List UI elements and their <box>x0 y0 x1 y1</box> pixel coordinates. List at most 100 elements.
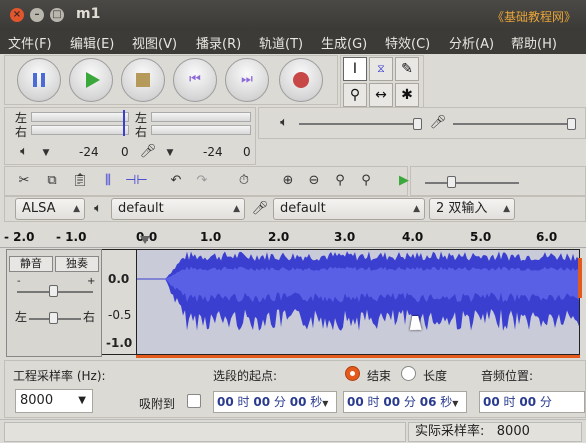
pause-button[interactable] <box>17 58 61 102</box>
ruler-tick: 1.0 <box>200 230 222 244</box>
actual-rate-field: 实际采样率: 8000 <box>408 422 582 442</box>
meter-toolbar: 左 右 左 右 🔈︎ ▼ -24 0 🎤︎ ▼ -24 0 <box>4 107 256 165</box>
gain-slider-thumb[interactable] <box>49 285 58 297</box>
selection-tool[interactable]: I <box>343 57 367 81</box>
selection-end-time[interactable]: 00 时 00 分 06 秒▼ <box>343 391 467 413</box>
chevron-down-icon[interactable]: ▼ <box>322 399 328 408</box>
zoom-tool[interactable]: ⚲ <box>343 83 367 107</box>
minimize-window-button[interactable]: – <box>30 8 44 22</box>
menu-record[interactable]: 播录(R) <box>196 33 241 52</box>
sync-lock-icon[interactable]: ⏱︎ <box>233 170 255 192</box>
menu-tracks[interactable]: 轨道(T) <box>259 33 303 52</box>
selection-start-time[interactable]: 00 时 00 分 00 秒▼ <box>213 391 337 413</box>
recording-device-select[interactable]: default ▲ <box>273 198 425 220</box>
zoom-out-icon[interactable]: ⊖ <box>303 170 325 192</box>
record-button[interactable] <box>279 58 323 102</box>
menu-effects[interactable]: 特效(C) <box>385 33 430 52</box>
snap-to-checkbox[interactable] <box>187 394 201 408</box>
chevron-down-icon[interactable]: ▼ <box>35 142 57 164</box>
pan-slider-thumb[interactable] <box>49 312 58 324</box>
project-rate-combo[interactable]: 8000 ▼ <box>15 389 93 413</box>
gain-minus-label: - <box>17 276 21 287</box>
play-at-speed-toolbar <box>410 166 586 196</box>
playback-volume-slider-thumb[interactable] <box>413 118 422 130</box>
undo-icon[interactable]: ↶ <box>165 170 187 192</box>
recording-volume-slider-thumb[interactable] <box>567 118 576 130</box>
speaker-icon: 🔈︎ <box>280 115 288 130</box>
length-radio[interactable] <box>401 366 416 381</box>
selection-toolbar: 工程采样率 (Hz): 8000 ▼ 吸附到 选段的起点: 结束 长度 音频位置… <box>4 360 586 418</box>
mouse-cursor-icon <box>409 316 425 330</box>
play-meter-peak <box>123 110 125 136</box>
playback-volume-slider-track[interactable] <box>299 123 419 125</box>
playhead-marker[interactable] <box>140 236 150 244</box>
play-meter-right-label: 右 <box>15 125 28 139</box>
fit-project-icon[interactable]: ⚲ <box>355 170 377 192</box>
menu-file[interactable]: 文件(F) <box>8 33 52 52</box>
redo-icon[interactable]: ↷ <box>191 170 213 192</box>
menu-edit[interactable]: 编辑(E) <box>70 33 114 52</box>
chevron-updown-icon: ▲ <box>503 204 510 214</box>
project-rate-label: 工程采样率 (Hz): <box>13 369 106 383</box>
copy-icon[interactable]: ⧉ <box>41 170 63 192</box>
chevron-down-icon[interactable]: ▼ <box>159 142 181 164</box>
fit-selection-icon[interactable]: ⚲ <box>329 170 351 192</box>
unit-hours: 时 <box>503 395 516 409</box>
skip-start-button[interactable]: ⏮ <box>173 58 217 102</box>
chevron-down-icon[interactable]: ▼ <box>452 399 458 408</box>
clip-indicator <box>578 258 582 298</box>
chevron-updown-icon: ▲ <box>73 204 80 214</box>
mute-button[interactable]: 静音 <box>9 256 53 272</box>
draw-tool[interactable]: ✎ <box>395 57 419 81</box>
status-bar: 实际采样率: 8000 <box>0 419 586 443</box>
menu-analyze[interactable]: 分析(A) <box>449 33 494 52</box>
envelope-tool[interactable]: ⧖ <box>369 57 393 81</box>
rec-meter-left[interactable] <box>151 112 251 122</box>
recording-volume-slider-track[interactable] <box>453 123 573 125</box>
ruler-tick: 4.0 <box>402 230 424 244</box>
multi-tool[interactable]: ✱ <box>395 83 419 107</box>
timeline-ruler[interactable]: - 2.0 - 1.0 0.0 1.0 2.0 3.0 4.0 5.0 6.0 <box>0 222 586 248</box>
end-seconds: 06 <box>419 395 437 409</box>
playback-device-select[interactable]: default ▲ <box>111 198 245 220</box>
speed-slider-thumb[interactable] <box>447 176 456 188</box>
cut-icon[interactable]: ✂ <box>13 170 35 192</box>
y-label: -1.0 <box>106 336 133 350</box>
pause-icon <box>33 73 45 87</box>
speed-slider-track[interactable] <box>425 182 519 184</box>
close-window-button[interactable]: × <box>10 8 24 22</box>
position-hours: 00 <box>483 395 500 409</box>
watermark-text: 《基础教程网》 <box>492 10 577 24</box>
ruler-tick: - 2.0 <box>4 230 35 244</box>
unit-minutes: 分 <box>539 395 552 409</box>
solo-button[interactable]: 独奏 <box>55 256 99 272</box>
play-meter-left[interactable] <box>31 112 129 122</box>
vertical-scale: 0.0 -0.5 -1.0 <box>102 249 136 355</box>
gain-plus-label: + <box>87 276 96 287</box>
stop-icon <box>136 73 150 87</box>
channels-select[interactable]: 2 双输入 ▲ <box>429 198 515 220</box>
waveform-display[interactable] <box>136 249 580 355</box>
stop-button[interactable] <box>121 58 165 102</box>
maximize-window-button[interactable]: □ <box>50 8 64 22</box>
skip-start-icon: ⏮ <box>189 72 201 87</box>
chevron-down-icon: ▼ <box>78 395 86 406</box>
timeshift-tool[interactable]: ↔ <box>369 83 393 107</box>
pan-left-label: 左 <box>15 310 28 324</box>
rec-meter-right[interactable] <box>151 125 251 135</box>
menu-generate[interactable]: 生成(G) <box>321 33 367 52</box>
silence-icon[interactable]: ⊣⊢ <box>125 170 148 192</box>
menu-help[interactable]: 帮助(H) <box>511 33 557 52</box>
play-button[interactable] <box>69 58 113 102</box>
audio-host-select[interactable]: ALSA ▲ <box>15 198 85 220</box>
menu-view[interactable]: 视图(V) <box>132 33 177 52</box>
window-title: m1 <box>76 6 101 22</box>
audio-position-time[interactable]: 00 时 00 分 <box>479 391 585 413</box>
skip-end-button[interactable]: ⏭ <box>225 58 269 102</box>
paste-icon[interactable]: 📋︎ <box>69 170 91 192</box>
play-meter-right[interactable] <box>31 125 129 135</box>
unit-minutes: 分 <box>273 395 286 409</box>
zoom-in-icon[interactable]: ⊕ <box>277 170 299 192</box>
trim-icon[interactable]: ⫼ <box>97 170 119 192</box>
chevron-updown-icon: ▲ <box>233 204 240 214</box>
